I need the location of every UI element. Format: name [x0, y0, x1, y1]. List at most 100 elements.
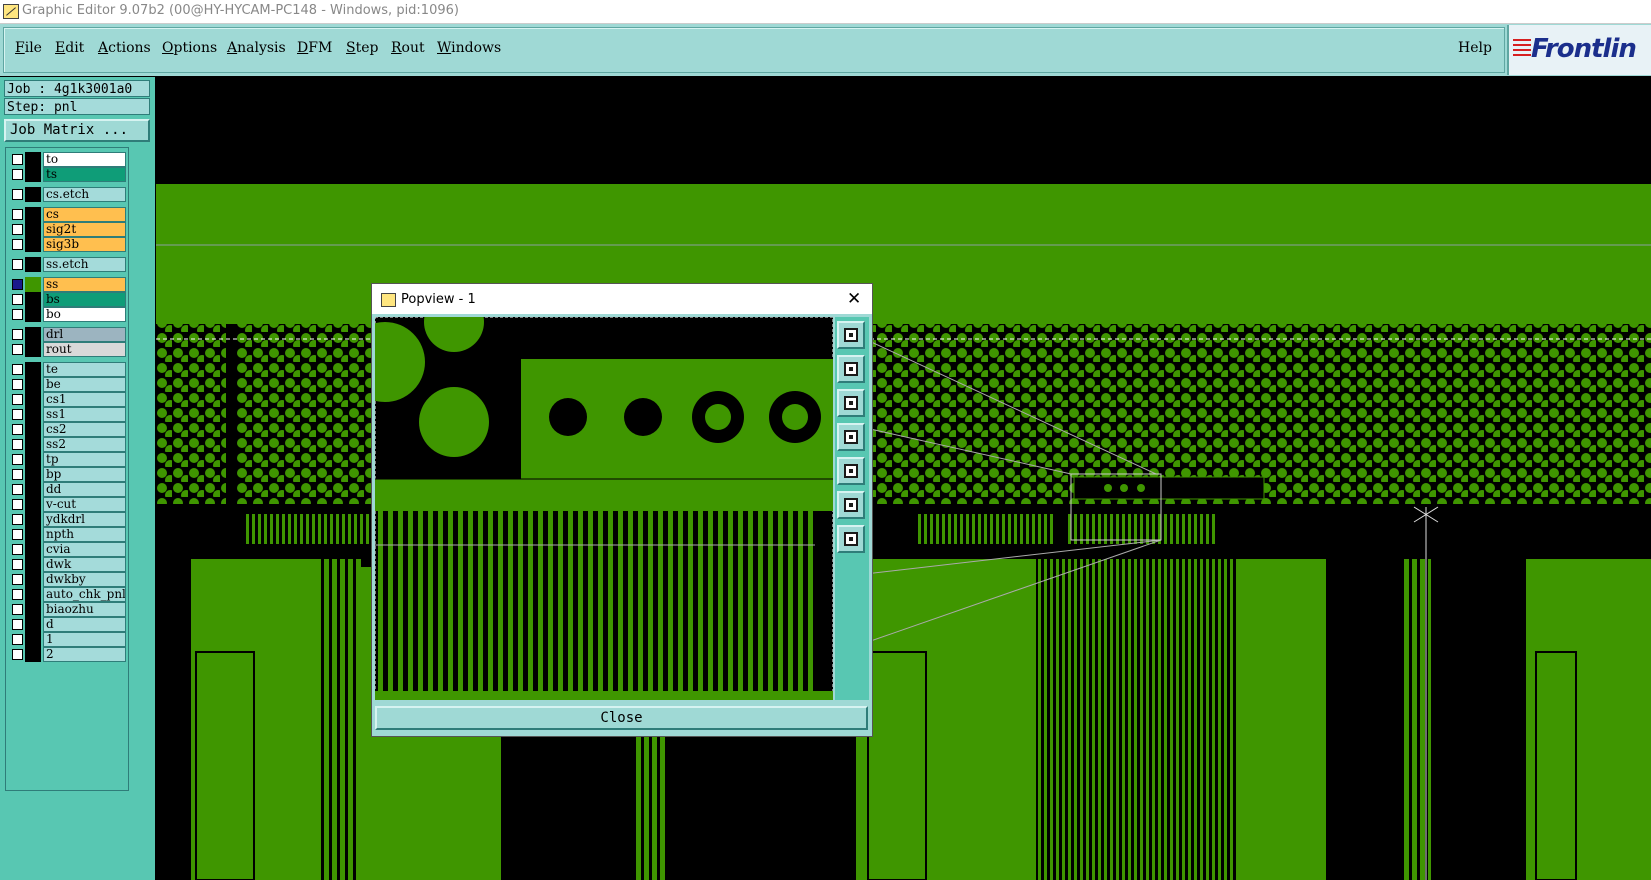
layer-name[interactable]: bp [43, 467, 126, 482]
layer-checkbox[interactable] [12, 309, 23, 320]
layer-checkbox[interactable] [12, 239, 23, 250]
layer-row-1[interactable]: 1 [8, 632, 126, 647]
layer-name[interactable]: be [43, 377, 126, 392]
layer-row-ydkdrl[interactable]: ydkdrl [8, 512, 126, 527]
layer-row-be[interactable]: be [8, 377, 126, 392]
zoom-out-button[interactable] [837, 491, 865, 519]
layer-name[interactable]: cs.etch [43, 187, 126, 202]
zoom-in-button[interactable] [837, 525, 865, 553]
layer-checkbox[interactable] [12, 259, 23, 270]
layer-swatch[interactable] [25, 542, 41, 557]
layer-name[interactable]: cvia [43, 542, 126, 557]
layer-name[interactable]: ydkdrl [43, 512, 126, 527]
zoom-fit-button[interactable] [837, 321, 865, 349]
layer-name[interactable]: cs2 [43, 422, 126, 437]
layer-row-dwkby[interactable]: dwkby [8, 572, 126, 587]
layer-checkbox[interactable] [12, 649, 23, 660]
menu-analysis[interactable]: Analysis [227, 40, 286, 56]
pan-up-button[interactable] [837, 355, 865, 383]
layer-swatch[interactable] [25, 422, 41, 437]
layer-checkbox[interactable] [12, 529, 23, 540]
layer-swatch[interactable] [25, 362, 41, 377]
layer-checkbox[interactable] [12, 589, 23, 600]
layer-checkbox[interactable] [12, 454, 23, 465]
layer-name[interactable]: tp [43, 452, 126, 467]
layer-checkbox[interactable] [12, 344, 23, 355]
layer-row-rout[interactable]: rout [8, 342, 126, 357]
layer-row-ss2[interactable]: ss2 [8, 437, 126, 452]
layer-checkbox[interactable] [12, 619, 23, 630]
layer-swatch[interactable] [25, 512, 41, 527]
layer-row-auto-chk-pnl[interactable]: auto_chk_pnl [8, 587, 126, 602]
layer-checkbox[interactable] [12, 169, 23, 180]
layer-row-cs[interactable]: cs [8, 207, 126, 222]
layer-row-ss1[interactable]: ss1 [8, 407, 126, 422]
layer-swatch[interactable] [25, 437, 41, 452]
layer-row-bp[interactable]: bp [8, 467, 126, 482]
layer-name[interactable]: te [43, 362, 126, 377]
popview-artwork[interactable] [375, 317, 833, 700]
layer-swatch[interactable] [25, 482, 41, 497]
layer-name[interactable]: 1 [43, 632, 126, 647]
layer-checkbox[interactable] [12, 329, 23, 340]
layer-row-dd[interactable]: dd [8, 482, 126, 497]
layer-swatch[interactable] [25, 407, 41, 422]
menu-dfm[interactable]: DFM [297, 40, 332, 56]
layer-name[interactable]: cs [43, 207, 126, 222]
layer-swatch[interactable] [25, 207, 41, 222]
pan-left-button[interactable] [837, 423, 865, 451]
layer-checkbox[interactable] [12, 279, 23, 290]
layer-swatch[interactable] [25, 557, 41, 572]
layer-swatch[interactable] [25, 497, 41, 512]
layer-checkbox[interactable] [12, 224, 23, 235]
layer-name[interactable]: ss.etch [43, 257, 126, 272]
layer-checkbox[interactable] [12, 544, 23, 555]
layer-swatch[interactable] [25, 222, 41, 237]
layer-swatch[interactable] [25, 187, 41, 202]
layer-checkbox[interactable] [12, 574, 23, 585]
layer-row-npth[interactable]: npth [8, 527, 126, 542]
menu-help[interactable]: Help [1458, 40, 1492, 56]
layer-row-te[interactable]: te [8, 362, 126, 377]
layer-name[interactable]: auto_chk_pnl [43, 587, 126, 602]
layer-swatch[interactable] [25, 602, 41, 617]
layer-swatch[interactable] [25, 632, 41, 647]
menu-edit[interactable]: Edit [55, 40, 84, 56]
layer-checkbox[interactable] [12, 499, 23, 510]
layer-row-d[interactable]: d [8, 617, 126, 632]
pan-right-button[interactable] [837, 457, 865, 485]
layer-row-2[interactable]: 2 [8, 647, 126, 662]
layer-checkbox[interactable] [12, 209, 23, 220]
popview-close-button[interactable]: Close [375, 706, 868, 730]
popview-canvas[interactable] [375, 317, 833, 700]
layer-checkbox[interactable] [12, 634, 23, 645]
layer-swatch[interactable] [25, 327, 41, 342]
layer-swatch[interactable] [25, 277, 41, 292]
layer-checkbox[interactable] [12, 294, 23, 305]
layer-row-cs-etch[interactable]: cs.etch [8, 187, 126, 202]
layer-row-biaozhu[interactable]: biaozhu [8, 602, 126, 617]
layer-name[interactable]: cs1 [43, 392, 126, 407]
layer-name[interactable]: ss2 [43, 437, 126, 452]
layer-name[interactable]: dwk [43, 557, 126, 572]
layer-row-bo[interactable]: bo [8, 307, 126, 322]
layer-swatch[interactable] [25, 617, 41, 632]
layer-swatch[interactable] [25, 527, 41, 542]
layer-name[interactable]: ts [43, 167, 126, 182]
layer-swatch[interactable] [25, 342, 41, 357]
layer-swatch[interactable] [25, 257, 41, 272]
layer-name[interactable]: ss [43, 277, 126, 292]
layer-swatch[interactable] [25, 377, 41, 392]
layer-swatch[interactable] [25, 152, 41, 167]
close-icon[interactable]: ✕ [847, 289, 861, 309]
layer-checkbox[interactable] [12, 379, 23, 390]
menu-actions[interactable]: Actions [98, 40, 151, 56]
layer-swatch[interactable] [25, 167, 41, 182]
menu-rout[interactable]: Rout [391, 40, 425, 56]
layer-name[interactable]: biaozhu [43, 602, 126, 617]
layer-checkbox[interactable] [12, 484, 23, 495]
layer-checkbox[interactable] [12, 604, 23, 615]
layer-row-to[interactable]: to [8, 152, 126, 167]
layer-swatch[interactable] [25, 307, 41, 322]
layer-name[interactable]: drl [43, 327, 126, 342]
